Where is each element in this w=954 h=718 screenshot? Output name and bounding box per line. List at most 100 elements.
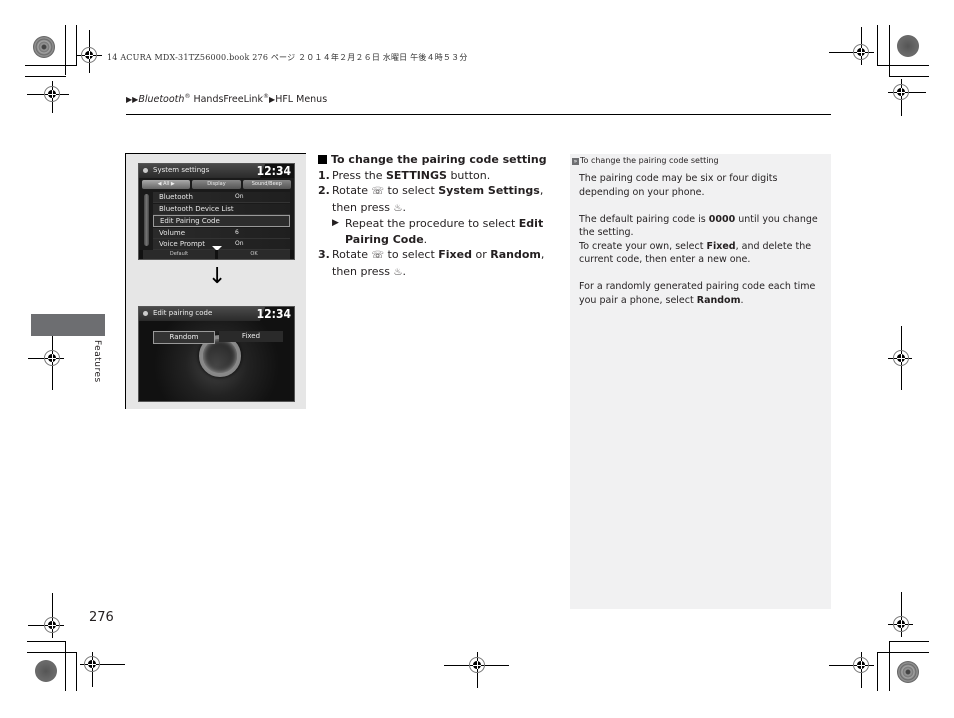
crop-line xyxy=(877,25,878,65)
step-number: 1. xyxy=(318,168,330,182)
sidebar-title-text[interactable]: To change the pairing code setting xyxy=(580,156,719,165)
screen-title: Edit pairing code xyxy=(153,309,213,317)
step-2: 2. Rotate ☏ to select System Settings, th… xyxy=(318,183,563,216)
crop-line xyxy=(877,652,878,691)
step-text: . xyxy=(402,200,406,214)
header-rule xyxy=(126,114,831,115)
screen-bottom-bar: Default OK xyxy=(139,250,294,259)
crop-line xyxy=(65,25,66,75)
breadcrumb-bluetooth[interactable]: Bluetooth xyxy=(138,94,184,105)
settings-menu-list: Bluetooth On Bluetooth Device List Edit P… xyxy=(153,192,290,251)
step-3: 3. Rotate ☏ to select Fixed or Random, th… xyxy=(318,247,563,280)
step-text: to select xyxy=(384,184,439,197)
triangle-right-icon: ▶ xyxy=(332,218,339,228)
status-dot-icon xyxy=(143,168,148,173)
section-tab-label: Features xyxy=(92,340,102,383)
screen-system-settings: System settings 12:34 ◀ All ▶ Display So… xyxy=(138,163,295,260)
menu-item-bluetooth-device-list[interactable]: Bluetooth Device List xyxy=(153,203,290,215)
screen-title: System settings xyxy=(153,166,210,174)
crop-line xyxy=(889,25,890,77)
substep: ▶ Repeat the procedure to select Edit Pai… xyxy=(318,216,563,247)
square-bullet-icon xyxy=(318,155,327,164)
status-dot-icon xyxy=(143,311,148,316)
crop-line xyxy=(76,25,77,65)
fixed-label: Fixed xyxy=(706,240,736,252)
menu-item-label: Voice Prompt xyxy=(159,240,205,248)
crop-line xyxy=(889,641,890,691)
registration-dot-icon xyxy=(35,660,57,682)
tab-display[interactable]: Display xyxy=(192,180,241,189)
section-tab[interactable] xyxy=(31,314,105,336)
sidebar-paragraph: The pairing code may be six or four digi… xyxy=(579,173,778,198)
interface-dial-rotate-icon: ☏ xyxy=(371,186,385,197)
crop-line xyxy=(889,641,929,642)
sidebar-body: The pairing code may be six or four digi… xyxy=(579,172,824,321)
step-number: 2. xyxy=(318,184,330,197)
breadcrumb-handsfreelink[interactable]: HandsFreeLink xyxy=(190,94,263,105)
default-button[interactable]: Default xyxy=(143,250,215,259)
text: The default pairing code is xyxy=(579,213,709,225)
sidebar-paragraph: For a randomly generated pairing code ea… xyxy=(579,280,824,307)
menu-item-volume[interactable]: Volume 6 xyxy=(153,227,290,239)
menu-item-label: Bluetooth xyxy=(159,193,193,201)
chevron-right-icon: ▶ xyxy=(169,181,175,187)
step-number: 3. xyxy=(318,248,330,261)
menu-item-value: On xyxy=(235,240,244,247)
menu-item-edit-pairing-code[interactable]: Edit Pairing Code xyxy=(153,215,290,227)
registration-dot-icon xyxy=(897,35,919,57)
menu-item-label: Bluetooth Device List xyxy=(159,204,234,213)
crop-line xyxy=(27,652,77,653)
fixed-label: Fixed xyxy=(438,248,472,261)
step-1: 1. Press the SETTINGS button. xyxy=(318,168,563,184)
step-text: to select xyxy=(384,248,439,261)
crop-line xyxy=(25,76,66,77)
text: . xyxy=(740,294,744,306)
substep-text: Repeat the procedure to select xyxy=(345,217,519,230)
system-settings-label: System Settings xyxy=(438,184,540,197)
tab-all[interactable]: ◀ All ▶ xyxy=(142,180,191,189)
crop-line xyxy=(877,65,929,66)
ok-button[interactable]: OK xyxy=(218,250,290,259)
figure-box: System settings 12:34 ◀ All ▶ Display So… xyxy=(125,153,306,409)
screen-tabs: ◀ All ▶ Display Sound/Beep xyxy=(142,180,291,189)
breadcrumb-hfl-menus[interactable]: HFL Menus xyxy=(275,94,327,105)
option-fixed[interactable]: Fixed xyxy=(219,331,283,342)
sidebar-notes: » To change the pairing code setting The … xyxy=(570,154,831,609)
breadcrumb: ▶▶Bluetooth® HandsFreeLink®▶HFL Menus xyxy=(126,93,327,105)
step-text: Rotate xyxy=(332,184,372,197)
menu-item-voice-prompt[interactable]: Voice Prompt On xyxy=(153,239,290,250)
crop-line xyxy=(76,652,77,691)
heading-text: To change the pairing code setting xyxy=(331,153,547,166)
crop-line xyxy=(27,641,66,642)
menu-item-bluetooth[interactable]: Bluetooth On xyxy=(153,192,290,203)
arrow-down-icon: ↓ xyxy=(208,264,227,289)
step-text: Rotate xyxy=(332,248,372,261)
print-header: 14 ACURA MDX-31TZ56000.book 276 ページ ２０１４… xyxy=(107,53,468,62)
registration-rosette-icon xyxy=(33,36,55,58)
double-triangle-right-icon: ▶▶ xyxy=(126,95,139,105)
sidebar-paragraph: The default pairing code is 0000 until y… xyxy=(579,213,824,240)
instructions: To change the pairing code setting 1. Pre… xyxy=(318,152,563,280)
step-text: button. xyxy=(446,168,491,182)
default-code: 0000 xyxy=(708,213,736,225)
sidebar-title: » To change the pairing code setting xyxy=(572,156,719,165)
screen-clock: 12:34 xyxy=(256,307,291,321)
menu-item-label: Edit Pairing Code xyxy=(160,217,220,225)
instructions-heading: To change the pairing code setting xyxy=(318,152,563,168)
page-number: 276 xyxy=(89,610,114,625)
tab-sound-beep[interactable]: Sound/Beep xyxy=(242,180,291,189)
sidebar-paragraph: To create your own, select Fixed, and de… xyxy=(579,240,824,267)
step-text: Press the xyxy=(332,168,386,182)
step-text: or xyxy=(471,248,491,261)
settings-button-label: SETTINGS xyxy=(386,168,447,182)
menu-item-value: 6 xyxy=(235,228,239,236)
registration-rosette-icon xyxy=(897,661,919,683)
menu-item-value: On xyxy=(235,193,244,200)
crop-line xyxy=(65,641,66,691)
step-text: . xyxy=(402,264,406,278)
crop-line xyxy=(877,652,929,653)
scroll-rail[interactable] xyxy=(144,194,149,246)
option-random[interactable]: Random xyxy=(153,331,215,344)
text: To create your own, select xyxy=(579,240,707,252)
substep-text: . xyxy=(423,232,428,246)
